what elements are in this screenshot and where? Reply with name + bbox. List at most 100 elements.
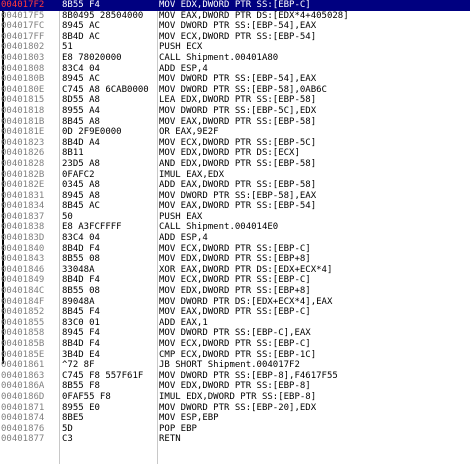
instruction-row[interactable]: 0040185E 3B4D E4 CMP ECX,DWORD PTR SS:[EBP… bbox=[0, 350, 470, 361]
instruction-row[interactable]: 0040183D 83C4 04 ADD ESP,4 bbox=[0, 233, 470, 244]
instruction-hex: 51 bbox=[62, 42, 73, 53]
instruction-address: 004017FC bbox=[1, 21, 45, 32]
instruction-list: 004017F2 8B55 F4 MOV EDX,DWORD PTR SS:[EBP… bbox=[0, 0, 470, 445]
instruction-hex: 8B45 A8 bbox=[62, 116, 100, 127]
instruction-row[interactable]: 00401823 8B4D A4 MOV ECX,DWORD PTR SS:[EBP… bbox=[0, 138, 470, 149]
instruction-row[interactable]: 00401802 51 PUSH ECX bbox=[0, 42, 470, 53]
instruction-hex: 33048A bbox=[62, 264, 95, 275]
instruction-text: MOV EDX,DWORD PTR SS:[EBP+8] bbox=[159, 286, 311, 297]
instruction-text: IMUL EAX,EDX bbox=[159, 169, 225, 180]
instruction-row[interactable]: 00401828 23D5 A8 AND EDX,DWORD PTR SS:[EBP… bbox=[0, 159, 470, 170]
instruction-row[interactable]: 00401826 8B11 MOV EDX,DWORD PTR DS:[ECX] bbox=[0, 148, 470, 159]
instruction-hex: 8B55 F8 bbox=[62, 381, 100, 392]
instruction-address: 0040180E bbox=[1, 84, 45, 95]
instruction-hex: 8B45 AC bbox=[62, 201, 100, 212]
instruction-row[interactable]: 00401855 83C0 01 ADD EAX,1 bbox=[0, 318, 470, 329]
instruction-row[interactable]: 00401846 33048A XOR EAX,DWORD PTR DS:[EDX+… bbox=[0, 265, 470, 276]
instruction-text: MOV ECX,DWORD PTR SS:[EBP-C] bbox=[159, 339, 311, 349]
instruction-row[interactable]: 00401861 ^72 8F JB SHORT Shipment.004017F2 bbox=[0, 360, 470, 371]
instruction-row[interactable]: 00401876 5D POP EBP bbox=[0, 424, 470, 435]
disassembly-pane[interactable]: 004017F2 8B55 F4 MOV EDX,DWORD PTR SS:[EBP… bbox=[0, 0, 470, 464]
instruction-hex: 0D 2F9E0000 bbox=[62, 127, 122, 138]
instruction-row[interactable]: 00401852 8B45 F4 MOV EAX,DWORD PTR SS:[EBP… bbox=[0, 307, 470, 318]
instruction-address: 00401828 bbox=[1, 158, 45, 169]
instruction-row[interactable]: 00401818 8955 A4 MOV DWORD PTR SS:[EBP-5C]… bbox=[0, 106, 470, 117]
instruction-address: 00401871 bbox=[1, 402, 45, 413]
instruction-row[interactable]: 0040186A 8B55 F8 MOV EDX,DWORD PTR SS:[EBP… bbox=[0, 381, 470, 392]
instruction-text: MOV DWORD PTR SS:[EBP-5C],EDX bbox=[159, 105, 317, 116]
instruction-row[interactable]: 00401831 8945 A8 MOV DWORD PTR SS:[EBP-58]… bbox=[0, 191, 470, 202]
instruction-hex: 8945 AC bbox=[62, 21, 100, 32]
instruction-hex: 83C0 01 bbox=[62, 317, 100, 328]
instruction-row[interactable]: 0040180E C745 A8 6CAB0000 MOV DWORD PTR SS… bbox=[0, 85, 470, 96]
instruction-row[interactable]: 0040182B 0FAFC2 IMUL EAX,EDX bbox=[0, 170, 470, 181]
instruction-text: MOV DWORD PTR DS:[EDX+ECX*4],EAX bbox=[159, 296, 333, 307]
instruction-address: 00401877 bbox=[1, 434, 45, 445]
instruction-row-selected[interactable]: 004017F2 8B55 F4 MOV EDX,DWORD PTR SS:[EBP… bbox=[0, 0, 470, 11]
instruction-address: 00401808 bbox=[1, 63, 45, 74]
instruction-text: PUSH EAX bbox=[159, 211, 203, 222]
instruction-text: MOV EAX,DWORD PTR SS:[EBP-54] bbox=[159, 201, 317, 212]
instruction-address: 00401831 bbox=[1, 190, 45, 201]
instruction-row[interactable]: 0040181B 8B45 A8 MOV EAX,DWORD PTR SS:[EBP… bbox=[0, 117, 470, 128]
instruction-address: 00401834 bbox=[1, 201, 45, 212]
instruction-text: ADD EAX,DWORD PTR SS:[EBP-58] bbox=[159, 180, 317, 191]
instruction-row[interactable]: 00401808 83C4 04 ADD ESP,4 bbox=[0, 64, 470, 75]
instruction-address: 00401876 bbox=[1, 423, 45, 434]
instruction-text: MOV EAX,DWORD PTR DS:[EDX*4+405028] bbox=[159, 10, 349, 21]
instruction-row[interactable]: 004017F5 8B0495 28504000 MOV EAX,DWORD PTR… bbox=[0, 11, 470, 22]
instruction-hex: 0FAF55 F8 bbox=[62, 391, 111, 402]
instruction-text: MOV DWORD PTR SS:[EBP-20],EDX bbox=[159, 402, 317, 413]
instruction-row[interactable]: 0040180B 8945 AC MOV DWORD PTR SS:[EBP-54]… bbox=[0, 74, 470, 85]
instruction-text: ADD ESP,4 bbox=[159, 233, 208, 244]
instruction-row[interactable]: 00401874 8BE5 MOV ESP,EBP bbox=[0, 413, 470, 424]
instruction-row[interactable]: 00401863 C745 F8 557F61F MOV DWORD PTR SS:… bbox=[0, 371, 470, 382]
instruction-hex: 8B4D F4 bbox=[62, 275, 100, 286]
instruction-hex: 8945 A8 bbox=[62, 190, 100, 201]
instruction-hex: 8B55 08 bbox=[62, 254, 100, 265]
instruction-row[interactable]: 00401834 8B45 AC MOV EAX,DWORD PTR SS:[EBP… bbox=[0, 201, 470, 212]
instruction-row[interactable]: 0040185B 8B4D F4 MOV ECX,DWORD PTR SS:[EBP… bbox=[0, 339, 470, 350]
instruction-address: 00401815 bbox=[1, 95, 45, 106]
instruction-row[interactable]: 00401849 8B4D F4 MOV ECX,DWORD PTR SS:[EBP… bbox=[0, 275, 470, 286]
instruction-row[interactable]: 0040184F 89048A MOV DWORD PTR DS:[EDX+ECX*… bbox=[0, 297, 470, 308]
instruction-hex: 5D bbox=[62, 423, 73, 434]
instruction-hex: 3B4D E4 bbox=[62, 349, 100, 360]
instruction-text: MOV DWORD PTR SS:[EBP-58],EAX bbox=[159, 190, 317, 201]
instruction-row[interactable]: 004017FF 8B4D AC MOV ECX,DWORD PTR SS:[EBP… bbox=[0, 32, 470, 43]
instruction-hex: ^72 8F bbox=[62, 360, 95, 371]
instruction-text: MOV EAX,DWORD PTR SS:[EBP-C] bbox=[159, 307, 311, 318]
instruction-address: 0040181B bbox=[1, 116, 45, 127]
instruction-address: 0040181E bbox=[1, 127, 45, 138]
instruction-hex: 0345 A8 bbox=[62, 180, 100, 191]
instruction-hex: 8B55 08 bbox=[62, 286, 100, 297]
instruction-row[interactable]: 00401877 C3 RETN bbox=[0, 434, 470, 445]
instruction-hex: 8B4D F4 bbox=[62, 339, 100, 349]
instruction-text: ADD ESP,4 bbox=[159, 63, 208, 74]
instruction-row[interactable]: 0040181E 0D 2F9E0000 OR EAX,9E2F bbox=[0, 127, 470, 138]
instruction-address: 00401823 bbox=[1, 137, 45, 148]
instruction-row[interactable]: 0040186D 0FAF55 F8 IMUL EDX,DWORD PTR SS:[… bbox=[0, 392, 470, 403]
instruction-address: 004017F2 bbox=[1, 0, 56, 11]
instruction-row[interactable]: 004017FC 8945 AC MOV DWORD PTR SS:[EBP-54]… bbox=[0, 21, 470, 32]
instruction-hex: 8B4D AC bbox=[62, 31, 100, 42]
instruction-address: 00401852 bbox=[1, 307, 45, 318]
instruction-address: 00401849 bbox=[1, 275, 45, 286]
instruction-row[interactable]: 00401837 50 PUSH EAX bbox=[0, 212, 470, 223]
instruction-hex: E8 78020000 bbox=[62, 52, 122, 63]
instruction-row[interactable]: 00401843 8B55 08 MOV EDX,DWORD PTR SS:[EBP… bbox=[0, 254, 470, 265]
instruction-row[interactable]: 00401858 8945 F4 MOV DWORD PTR SS:[EBP-C],… bbox=[0, 328, 470, 339]
instruction-row[interactable]: 00401815 8D55 A8 LEA EDX,DWORD PTR SS:[EBP… bbox=[0, 95, 470, 106]
instruction-text: JB SHORT Shipment.004017F2 bbox=[159, 360, 300, 371]
instruction-row[interactable]: 00401840 8B4D F4 MOV ECX,DWORD PTR SS:[EBP… bbox=[0, 244, 470, 255]
instruction-address: 0040182E bbox=[1, 180, 45, 191]
instruction-row[interactable]: 00401871 8955 E0 MOV DWORD PTR SS:[EBP-20]… bbox=[0, 403, 470, 414]
instruction-row[interactable]: 0040182E 0345 A8 ADD EAX,DWORD PTR SS:[EBP… bbox=[0, 180, 470, 191]
instruction-row[interactable]: 0040184C 8B55 08 MOV EDX,DWORD PTR SS:[EBP… bbox=[0, 286, 470, 297]
instruction-row[interactable]: 00401803 E8 78020000 CALL Shipment.00401A8… bbox=[0, 53, 470, 64]
instruction-row[interactable]: 00401838 E8 A3FCFFFF CALL Shipment.004014E… bbox=[0, 222, 470, 233]
instruction-hex: 8B4D A4 bbox=[62, 137, 100, 148]
instruction-address: 00401818 bbox=[1, 105, 45, 116]
instruction-text: CALL Shipment.00401A80 bbox=[159, 52, 279, 63]
instruction-hex: 8945 AC bbox=[62, 74, 100, 85]
